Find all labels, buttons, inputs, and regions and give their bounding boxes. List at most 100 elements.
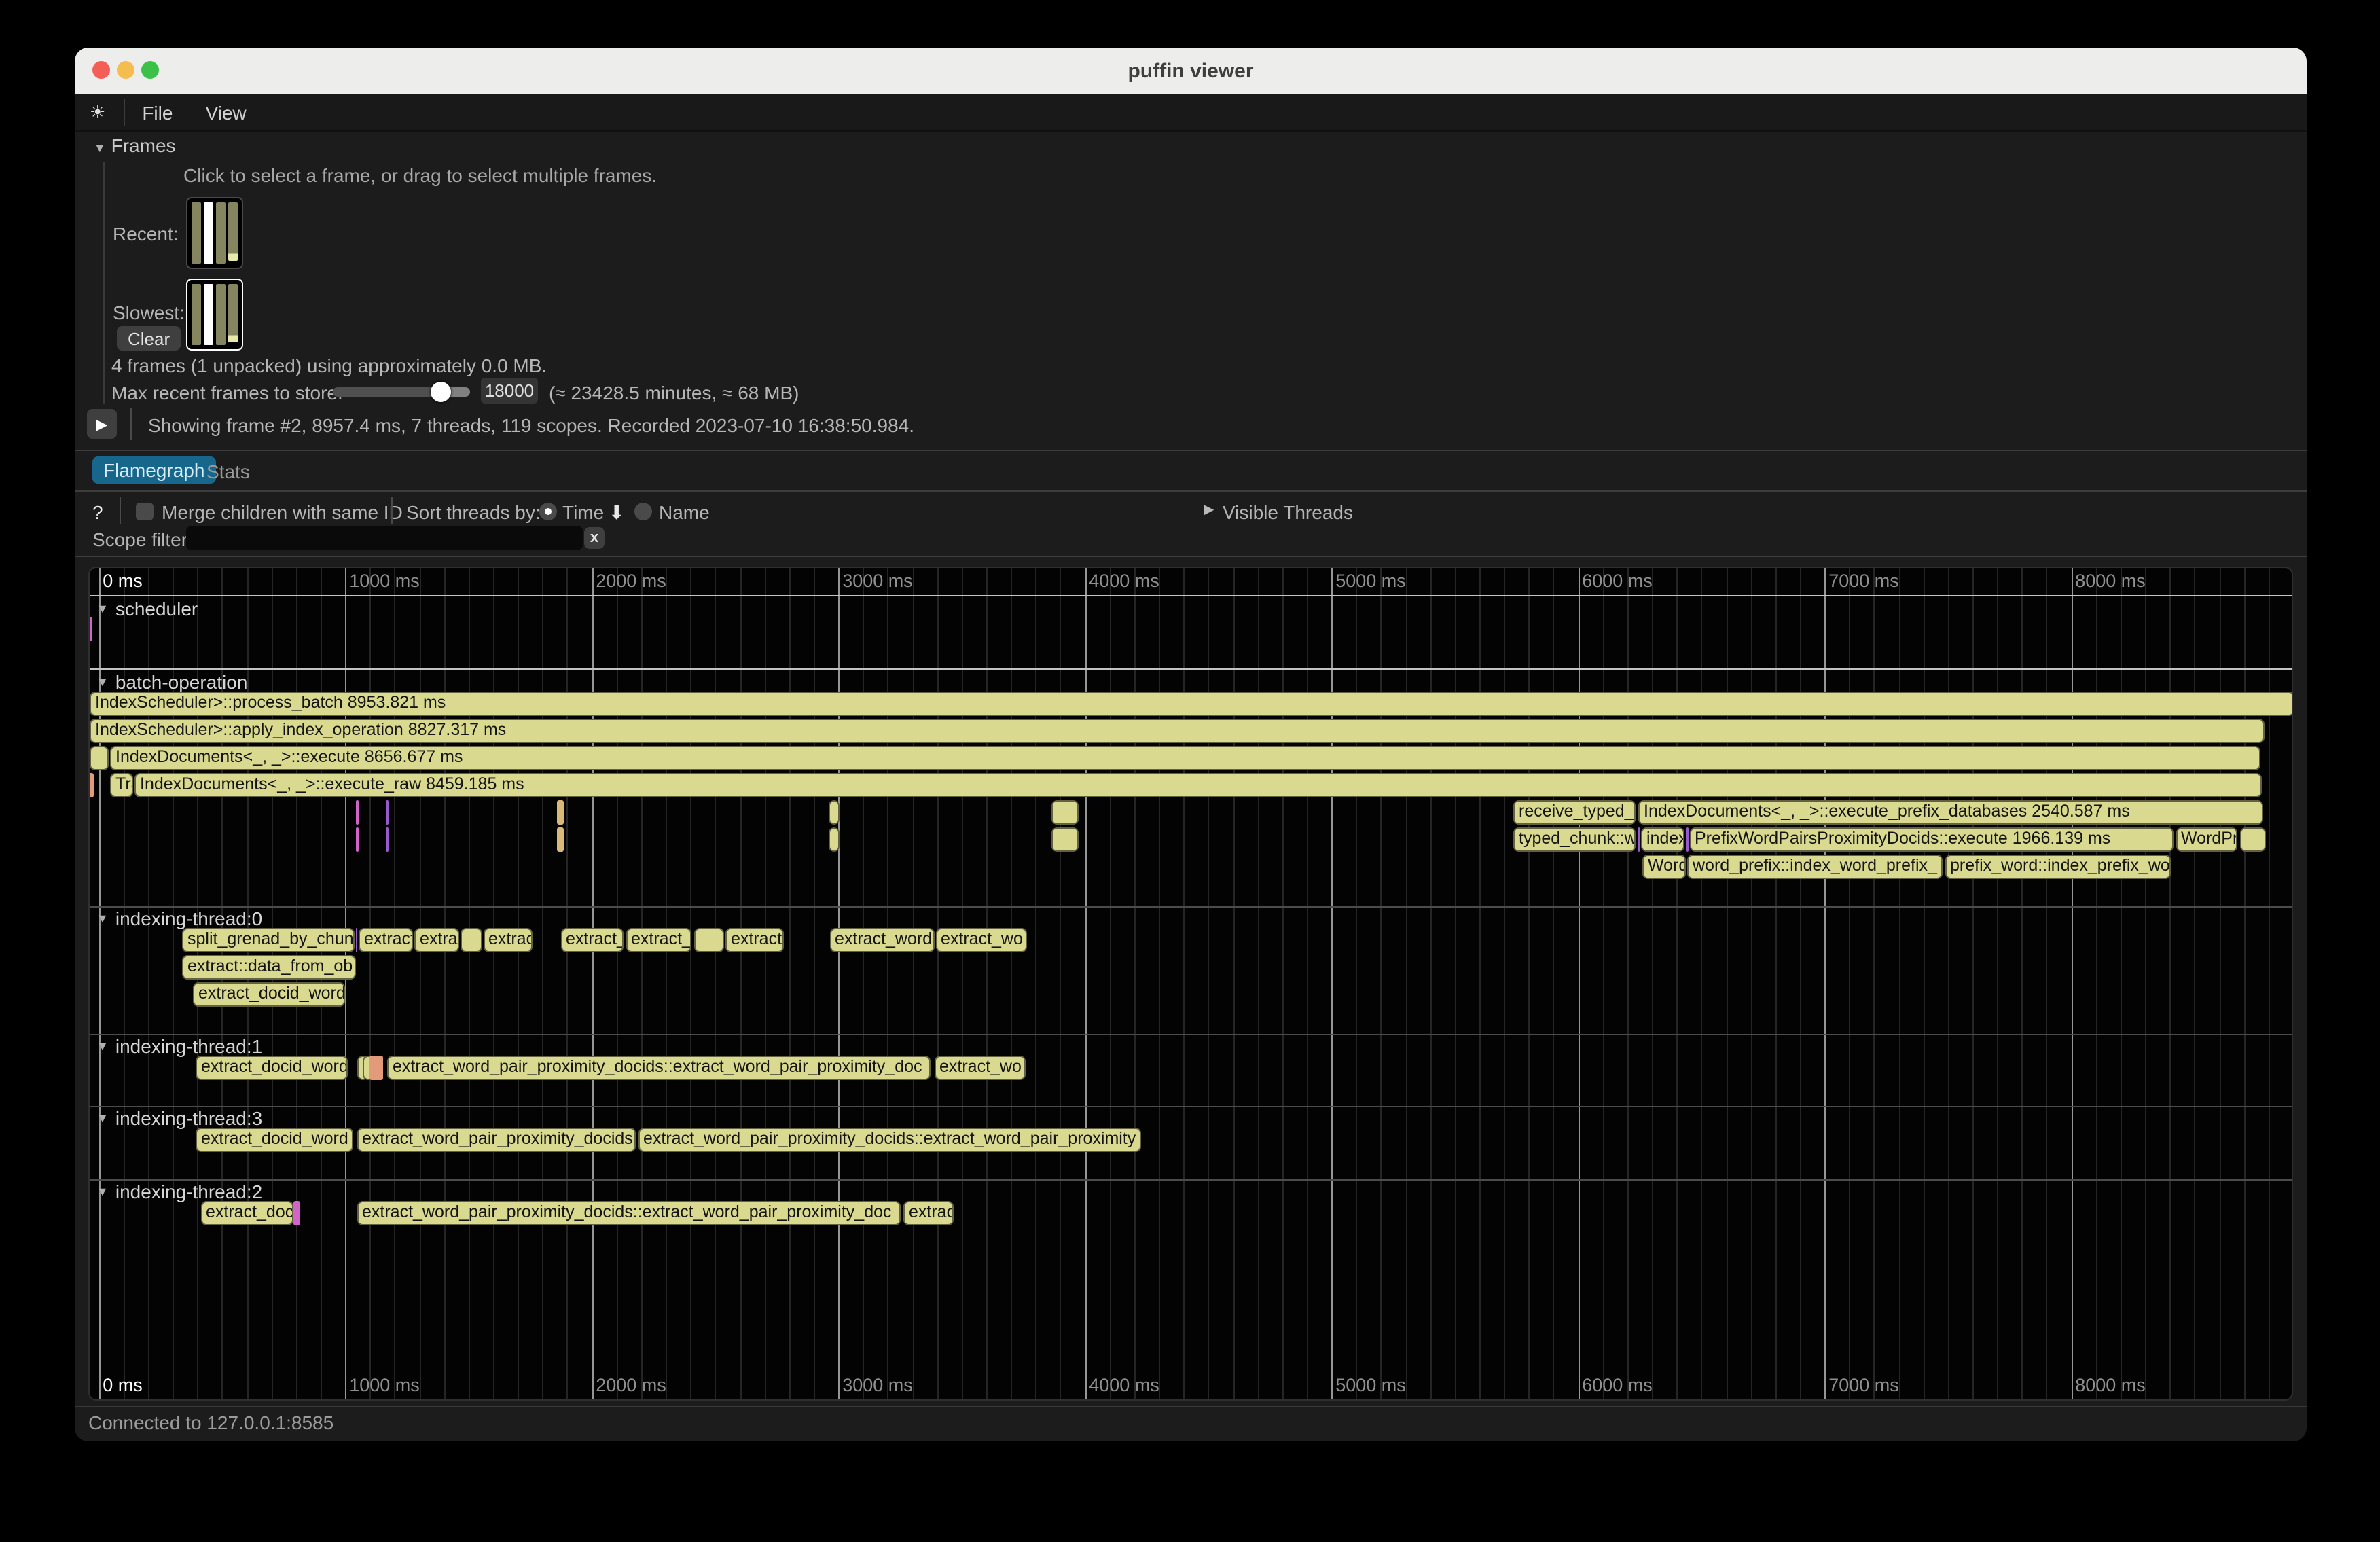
menu-item-file[interactable]: File xyxy=(142,101,173,123)
scope-bar[interactable] xyxy=(2239,827,2265,852)
scope-bar[interactable] xyxy=(557,800,563,825)
scope-bar[interactable] xyxy=(829,827,840,852)
frame-bar-selected[interactable] xyxy=(204,284,213,345)
scope-filter-input[interactable] xyxy=(186,526,583,550)
scope-bar[interactable]: Trans xyxy=(110,773,133,797)
axis-tick-label: 1000 ms xyxy=(349,1374,420,1395)
scope-bar[interactable]: extract_word xyxy=(829,928,934,952)
scope-bar[interactable] xyxy=(88,773,94,797)
scope-bar[interactable]: extract::data_from_ob xyxy=(182,955,355,980)
scope-bar[interactable] xyxy=(355,800,359,825)
tab-flamegraph[interactable]: Flamegraph xyxy=(92,456,215,484)
scope-bar[interactable]: IndexDocuments<_, _>::execute 8656.677 m… xyxy=(110,745,2260,770)
scope-bar[interactable]: extract xyxy=(725,928,784,952)
scope-bar[interactable]: extract_word_pair_proximity_docids xyxy=(357,1128,635,1153)
scope-bar[interactable]: extract_wo xyxy=(934,1055,1025,1079)
sort-name-radio[interactable] xyxy=(634,502,652,520)
divider xyxy=(391,497,393,524)
scope-bar[interactable] xyxy=(355,928,357,952)
scope-bar[interactable] xyxy=(694,928,724,952)
scope-bar[interactable] xyxy=(1638,827,1640,852)
scope-bar[interactable] xyxy=(829,800,840,825)
scope-bar[interactable]: prefix_word::index_prefix_wo xyxy=(1945,855,2170,879)
scope-bar[interactable] xyxy=(557,827,563,852)
axis-tick-label: 7000 ms xyxy=(1828,571,1899,591)
slider-knob[interactable] xyxy=(431,382,451,402)
scope-bar[interactable]: extract_docid_word xyxy=(196,1128,353,1153)
axis-tick-label: 5000 ms xyxy=(1335,571,1406,591)
visible-threads-header[interactable]: Visible Threads xyxy=(1223,501,1353,523)
frame-bar-selected[interactable] xyxy=(204,202,213,264)
scope-bar[interactable] xyxy=(461,928,482,952)
scope-bar[interactable]: extract_docid_word xyxy=(196,1055,348,1079)
tab-stats[interactable]: Stats xyxy=(206,461,250,482)
scope-bar[interactable]: Word xyxy=(1642,855,1685,879)
scope-bar[interactable]: PrefixWordPairsProximityDocids::execute … xyxy=(1689,827,2173,852)
scope-bar[interactable] xyxy=(386,827,388,852)
thread-header-indexing-thread:1[interactable]: ▼indexing-thread:1 xyxy=(96,1035,262,1056)
merge-children-checkbox[interactable] xyxy=(136,502,154,520)
scope-bar[interactable]: extract_ xyxy=(560,928,623,952)
close-button[interactable] xyxy=(92,61,110,79)
thread-header-indexing-thread:0[interactable]: ▼indexing-thread:0 xyxy=(96,908,262,929)
scope-bar[interactable]: extract_wo xyxy=(935,928,1026,952)
frame-bar[interactable] xyxy=(228,284,238,342)
thread-header-indexing-thread:2[interactable]: ▼indexing-thread:2 xyxy=(96,1181,262,1202)
scope-bar[interactable] xyxy=(1686,827,1688,852)
scope-bar[interactable]: extract_word_pair_proximity_docids::extr… xyxy=(638,1128,1140,1153)
scope-bar[interactable]: extract_word_pair_proximity_docids::extr… xyxy=(357,1201,900,1225)
scope-bar[interactable]: extrac xyxy=(903,1201,954,1225)
scope-bar[interactable] xyxy=(1051,800,1079,825)
menu-item-view[interactable]: View xyxy=(205,101,246,123)
sort-direction-arrow-icon[interactable]: ⬇ xyxy=(609,501,624,524)
flamegraph-panel[interactable]: 0 ms1000 ms2000 ms3000 ms4000 ms5000 ms6… xyxy=(88,567,2293,1401)
frames-header[interactable]: ▼ Frames xyxy=(94,135,176,156)
scope-bar[interactable]: extra xyxy=(414,928,459,952)
scope-bar[interactable] xyxy=(386,800,388,825)
scope-bar[interactable] xyxy=(1051,827,1079,852)
thread-header-indexing-thread:3[interactable]: ▼indexing-thread:3 xyxy=(96,1108,262,1130)
recent-frame-thumbnail[interactable] xyxy=(186,197,243,269)
app-theme-icon[interactable]: ☀ xyxy=(90,101,105,123)
scope-bar[interactable]: WordPr xyxy=(2176,827,2237,852)
frame-bar[interactable] xyxy=(216,284,226,345)
scope-bar[interactable] xyxy=(88,617,92,641)
play-button[interactable]: ▶ xyxy=(87,409,117,439)
scope-bar[interactable] xyxy=(355,827,359,852)
thread-header-batch-operation[interactable]: ▼batch-operation xyxy=(96,670,247,692)
minimize-button[interactable] xyxy=(117,61,134,79)
scope-bar[interactable]: index xyxy=(1641,827,1684,852)
scope-bar[interactable]: split_grenad_by_chun xyxy=(182,928,354,952)
sort-time-radio[interactable] xyxy=(539,502,557,520)
scope-bar[interactable]: IndexScheduler>::process_batch 8953.821 … xyxy=(90,691,2293,715)
scope-bar[interactable]: IndexScheduler>::apply_index_operation 8… xyxy=(90,718,2265,742)
frame-bar[interactable] xyxy=(228,202,238,261)
axis-tick-label: 6000 ms xyxy=(1582,1374,1653,1395)
scope-bar[interactable] xyxy=(369,1055,382,1079)
scope-bar[interactable]: word_prefix::index_word_prefix_ xyxy=(1687,855,1942,879)
maximize-button[interactable] xyxy=(141,61,159,79)
axis-tick-label: 3000 ms xyxy=(842,571,913,591)
max-frames-value[interactable]: 18000 xyxy=(481,378,538,404)
slowest-frame-thumbnail[interactable] xyxy=(186,279,243,351)
scope-bar[interactable]: extract_word_pair_proximity_docids::extr… xyxy=(387,1055,931,1079)
scope-bar[interactable]: typed_chunk::w xyxy=(1513,827,1636,852)
scope-bar[interactable]: extrac xyxy=(483,928,532,952)
scope-bar[interactable]: extract_doc xyxy=(200,1201,293,1225)
frame-bar[interactable] xyxy=(216,202,226,264)
frame-bar[interactable] xyxy=(192,284,201,345)
scope-bar[interactable]: receive_typed_ xyxy=(1513,800,1636,825)
clear-button[interactable]: Clear xyxy=(117,326,181,351)
help-button[interactable]: ? xyxy=(92,501,103,523)
scope-bar[interactable]: extract_ xyxy=(626,928,691,952)
scope-filter-clear-button[interactable]: x xyxy=(584,527,605,549)
collapse-triangle-icon: ▼ xyxy=(96,1039,109,1052)
scope-bar[interactable]: extract_docid_word xyxy=(193,982,345,1007)
scope-bar[interactable]: extract xyxy=(359,928,413,952)
scope-bar[interactable] xyxy=(293,1201,300,1225)
scope-bar[interactable] xyxy=(90,745,108,770)
frame-bar[interactable] xyxy=(192,202,201,264)
scope-bar[interactable]: IndexDocuments<_, _>::execute_prefix_dat… xyxy=(1638,800,2263,825)
thread-header-scheduler[interactable]: ▼scheduler xyxy=(96,597,198,619)
scope-bar[interactable]: IndexDocuments<_, _>::execute_raw 8459.1… xyxy=(134,773,2262,797)
